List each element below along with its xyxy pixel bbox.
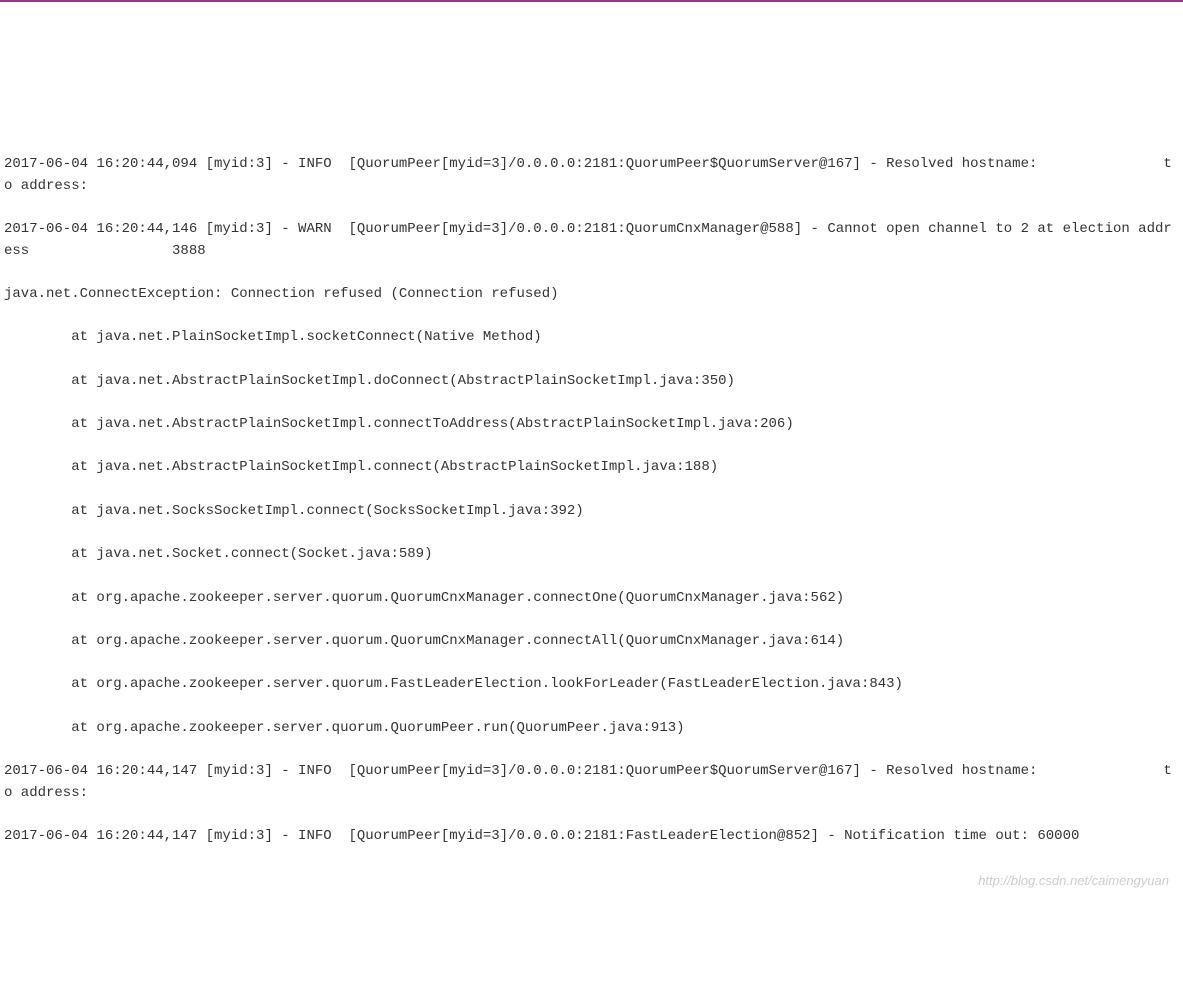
log-line: 2017-06-04 16:20:44,146 [myid:3] - WARN … [4, 219, 1179, 262]
top-border-accent [0, 0, 1183, 2]
log-line: at org.apache.zookeeper.server.quorum.Qu… [4, 718, 1179, 740]
log-line: at java.net.PlainSocketImpl.socketConnec… [4, 327, 1179, 349]
log-line: at org.apache.zookeeper.server.quorum.Qu… [4, 588, 1179, 610]
log-line: at java.net.Socket.connect(Socket.java:5… [4, 544, 1179, 566]
log-line: 2017-06-04 16:20:44,147 [myid:3] - INFO … [4, 826, 1179, 848]
log-line: at java.net.AbstractPlainSocketImpl.doCo… [4, 371, 1179, 393]
log-line: at java.net.AbstractPlainSocketImpl.conn… [4, 414, 1179, 436]
log-output: 2017-06-04 16:20:44,094 [myid:3] - INFO … [4, 132, 1179, 891]
log-line: at java.net.AbstractPlainSocketImpl.conn… [4, 457, 1179, 479]
log-line: at org.apache.zookeeper.server.quorum.Fa… [4, 674, 1179, 696]
watermark-text: http://blog.csdn.net/caimengyuan [978, 871, 1169, 891]
log-line: 2017-06-04 16:20:44,147 [myid:3] - INFO … [4, 761, 1179, 804]
log-line: at java.net.SocksSocketImpl.connect(Sock… [4, 501, 1179, 523]
log-line: 2017-06-04 16:20:44,094 [myid:3] - INFO … [4, 154, 1179, 197]
log-line: at org.apache.zookeeper.server.quorum.Qu… [4, 631, 1179, 653]
log-line: java.net.ConnectException: Connection re… [4, 284, 1179, 306]
